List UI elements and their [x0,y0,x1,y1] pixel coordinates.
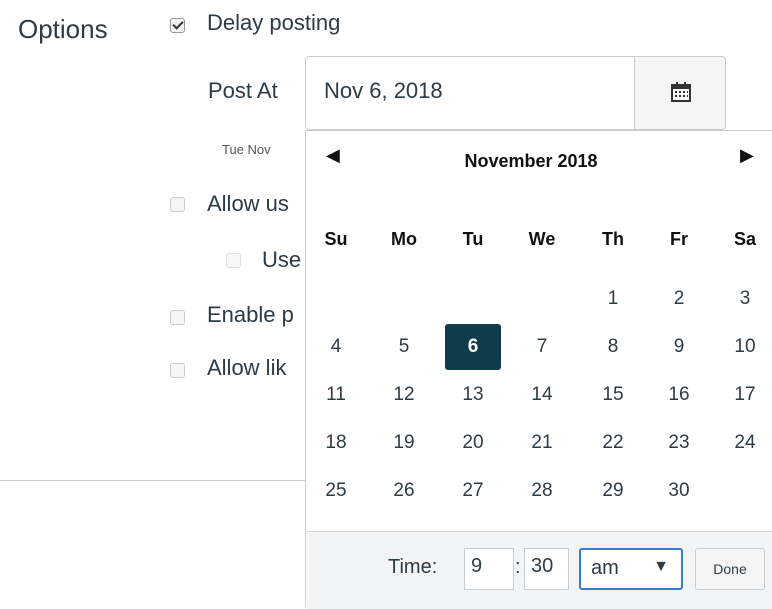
time-colon: : [515,556,521,578]
weekday-label: Su [324,229,348,249]
day-cell[interactable]: 22 [593,432,633,454]
minute-input[interactable]: 30 [524,548,569,590]
enable-label: Enable p [207,302,294,327]
weekday-label: Fr [670,229,688,249]
day-cell[interactable]: 17 [725,384,765,406]
day-cell[interactable]: 18 [316,432,356,454]
options-label: Options [18,14,108,44]
day-cell[interactable]: 19 [384,432,424,454]
enable-checkbox[interactable] [170,310,185,325]
day-cell[interactable]: 26 [384,480,424,502]
day-cell[interactable]: 16 [659,384,699,406]
calendar-icon [671,82,691,102]
time-label: Time: [388,556,438,578]
allow-users-checkbox[interactable] [170,197,185,212]
day-cell[interactable]: 20 [453,432,493,454]
datepicker: ◀ November 2018 ▶ Su Mo Tu We Th Fr Sa 1234567… [305,130,772,609]
allow-likes-checkbox[interactable] [170,363,185,378]
day-cell[interactable]: 13 [453,384,493,406]
allow-users-label: Allow us [207,191,289,216]
day-cell[interactable]: 29 [593,480,633,502]
day-cell[interactable]: 21 [522,432,562,454]
day-cell[interactable]: 30 [659,480,699,502]
day-cell[interactable]: 28 [522,480,562,502]
dropdown-arrow-icon: ▼ [653,558,669,575]
day-cell[interactable]: 8 [593,336,633,358]
delay-posting-checkbox[interactable] [170,18,185,33]
weekday-label: Sa [733,229,757,249]
day-cell[interactable]: 1 [593,288,633,310]
day-cell[interactable]: 25 [316,480,356,502]
day-cell[interactable]: 12 [384,384,424,406]
day-cell[interactable]: 10 [725,336,765,358]
weekday-label: We [528,229,556,249]
ampm-select[interactable]: am ▼ [579,548,683,590]
next-month-icon[interactable]: ▶ [740,145,754,166]
weekday-label: Mo [391,229,417,249]
done-button[interactable]: Done [695,548,765,590]
post-at-hint: Tue Nov [222,142,271,157]
post-at-label: Post At [208,78,278,103]
day-cell[interactable]: 11 [316,384,356,406]
day-cell[interactable]: 23 [659,432,699,454]
day-cell[interactable]: 9 [659,336,699,358]
ampm-value: am [591,557,619,579]
day-cell[interactable]: 4 [316,336,356,358]
day-cell[interactable]: 24 [725,432,765,454]
post-at-date-input[interactable]: Nov 6, 2018 [305,56,635,130]
section-divider [0,480,310,481]
day-cell[interactable]: 2 [659,288,699,310]
weekday-label: Tu [462,229,484,249]
day-cell[interactable]: 3 [725,288,765,310]
users-sub-checkbox[interactable] [226,253,241,268]
hour-input[interactable]: 9 [464,548,514,590]
day-cell[interactable]: 5 [384,336,424,358]
weekday-label: Th [602,229,624,249]
day-cell[interactable]: 27 [453,480,493,502]
calendar-button[interactable] [634,56,726,130]
day-cell-selected[interactable]: 6 [445,324,501,370]
month-year-title: November 2018 [464,151,598,171]
day-cell[interactable]: 7 [522,336,562,358]
day-cell[interactable]: 15 [593,384,633,406]
users-sub-label: Use [262,247,302,272]
delay-posting-label: Delay posting [207,10,341,35]
allow-likes-label: Allow lik [207,355,287,380]
time-footer: Time: 9 : 30 am ▼ Done [307,531,772,609]
day-cell[interactable]: 14 [522,384,562,406]
